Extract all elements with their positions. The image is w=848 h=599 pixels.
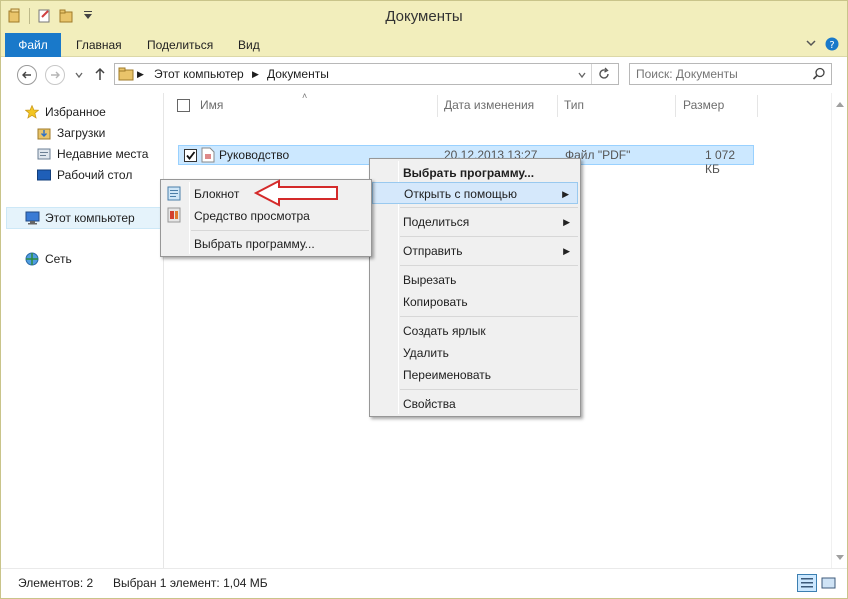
menu-separator bbox=[400, 236, 578, 237]
nav-network-label: Сеть bbox=[45, 252, 72, 266]
menu-item-choose-program[interactable]: Выбрать программу... bbox=[372, 162, 578, 184]
tab-home[interactable]: Главная bbox=[76, 33, 122, 57]
search-input[interactable] bbox=[636, 67, 806, 81]
address-row: ▶ Этот компьютер ▶ Документы bbox=[1, 57, 847, 93]
vertical-scrollbar[interactable] bbox=[831, 93, 847, 568]
up-icon[interactable] bbox=[94, 67, 106, 84]
column-divider[interactable] bbox=[675, 95, 676, 117]
large-icons-view-icon bbox=[821, 577, 836, 589]
menu-item-cut[interactable]: Вырезать bbox=[372, 269, 578, 291]
status-bar: Элементов: 2 Выбран 1 элемент: 1,04 МБ bbox=[1, 568, 847, 598]
details-view-button[interactable] bbox=[797, 574, 817, 592]
nav-desktop[interactable]: Рабочий стол bbox=[37, 165, 132, 185]
nav-this-pc-label: Этот компьютер bbox=[45, 211, 135, 225]
column-divider[interactable] bbox=[437, 95, 438, 117]
breadcrumb-documents[interactable]: Документы bbox=[267, 67, 329, 81]
breadcrumb-computer[interactable]: Этот компьютер bbox=[154, 67, 244, 81]
menu-item-copy[interactable]: Копировать bbox=[372, 291, 578, 313]
folder-icon bbox=[118, 67, 134, 84]
menu-item-create-shortcut[interactable]: Создать ярлык bbox=[372, 320, 578, 342]
breadcrumb-separator-icon[interactable]: ▶ bbox=[252, 69, 259, 80]
file-name: Руководство bbox=[219, 148, 290, 162]
navigation-pane: Избранное Загрузки Недавние места Рабочи… bbox=[1, 93, 164, 568]
tab-share[interactable]: Поделиться bbox=[147, 33, 213, 57]
title-bar: Документы bbox=[1, 1, 847, 33]
tab-file[interactable]: Файл bbox=[5, 33, 61, 57]
sort-up-icon: ˄ bbox=[302, 91, 308, 101]
menu-separator bbox=[400, 265, 578, 266]
menu-item-send-to-label: Отправить bbox=[403, 244, 463, 258]
refresh-icon[interactable] bbox=[597, 67, 611, 84]
svg-text:?: ? bbox=[829, 40, 834, 51]
submenu-item-choose-program[interactable]: Выбрать программу... bbox=[163, 233, 369, 255]
column-header-name[interactable]: Имя bbox=[200, 98, 223, 112]
nav-recent[interactable]: Недавние места bbox=[37, 144, 148, 164]
search-icon[interactable] bbox=[812, 67, 826, 84]
menu-item-rename[interactable]: Переименовать bbox=[372, 364, 578, 386]
nav-this-pc[interactable]: Этот компьютер bbox=[25, 208, 135, 228]
menu-item-open-with[interactable]: Открыть с помощью ▶ bbox=[372, 182, 578, 204]
status-selection: Выбран 1 элемент: 1,04 МБ bbox=[113, 576, 268, 590]
menu-separator bbox=[400, 207, 578, 208]
address-bar[interactable]: ▶ Этот компьютер ▶ Документы bbox=[114, 63, 619, 85]
recent-places-icon bbox=[37, 147, 51, 161]
column-divider[interactable] bbox=[557, 95, 558, 117]
scroll-up-icon[interactable] bbox=[836, 96, 844, 110]
computer-icon bbox=[25, 211, 40, 225]
status-item-count: Элементов: 2 bbox=[18, 576, 94, 590]
column-divider[interactable] bbox=[757, 95, 758, 117]
network-icon bbox=[25, 252, 39, 266]
desktop-icon bbox=[37, 168, 51, 182]
file-checkbox[interactable] bbox=[184, 149, 197, 162]
forward-button[interactable] bbox=[45, 65, 65, 85]
help-icon[interactable]: ? bbox=[825, 37, 839, 54]
menu-item-share[interactable]: Поделиться ▶ bbox=[372, 211, 578, 233]
submenu-arrow-icon: ▶ bbox=[562, 189, 569, 199]
nav-network[interactable]: Сеть bbox=[25, 249, 72, 269]
submenu-arrow-icon: ▶ bbox=[563, 246, 570, 256]
context-menu: Выбрать программу... Открыть с помощью ▶… bbox=[369, 158, 581, 417]
column-header-type[interactable]: Тип bbox=[564, 98, 584, 112]
back-button[interactable] bbox=[17, 65, 37, 85]
menu-separator bbox=[191, 230, 369, 231]
breadcrumb-separator-icon[interactable]: ▶ bbox=[137, 69, 144, 80]
nav-downloads[interactable]: Загрузки bbox=[37, 123, 105, 143]
chevron-down-icon[interactable] bbox=[805, 37, 817, 52]
menu-item-send-to[interactable]: Отправить ▶ bbox=[372, 240, 578, 262]
explorer-window: Документы Файл Главная Поделиться Вид ? bbox=[0, 0, 848, 599]
menu-item-properties[interactable]: Свойства bbox=[372, 393, 578, 415]
scroll-down-icon[interactable] bbox=[836, 550, 844, 564]
search-box[interactable] bbox=[629, 63, 832, 85]
details-view-icon bbox=[801, 578, 813, 588]
file-size: 1 072 КБ bbox=[705, 148, 736, 176]
window-title: Документы bbox=[385, 8, 463, 25]
star-icon bbox=[24, 104, 40, 119]
nav-desktop-label: Рабочий стол bbox=[57, 168, 133, 182]
nav-favorites[interactable]: Избранное bbox=[24, 102, 106, 122]
submenu-item-viewer[interactable]: Средство просмотра bbox=[163, 205, 369, 227]
nav-recent-label: Недавние места bbox=[57, 147, 149, 161]
menu-item-open-with-label: Открыть с помощью bbox=[404, 187, 518, 201]
address-divider bbox=[591, 64, 592, 84]
column-header-date[interactable]: Дата изменения bbox=[444, 98, 534, 112]
menu-item-share-label: Поделиться bbox=[403, 215, 470, 229]
pdf-file-icon bbox=[201, 147, 215, 166]
submenu-arrow-icon: ▶ bbox=[563, 217, 570, 227]
menu-separator bbox=[400, 316, 578, 317]
address-dropdown-icon[interactable] bbox=[577, 69, 587, 83]
column-header-size[interactable]: Размер bbox=[683, 98, 724, 112]
recent-locations-icon[interactable] bbox=[74, 69, 84, 83]
nav-favorites-label: Избранное bbox=[45, 105, 106, 119]
ribbon-tabs: Файл Главная Поделиться Вид ? bbox=[1, 33, 847, 57]
tab-view[interactable]: Вид bbox=[238, 33, 260, 57]
large-icons-view-button[interactable] bbox=[819, 574, 839, 592]
annotation-arrow-icon bbox=[253, 179, 338, 207]
nav-downloads-label: Загрузки bbox=[57, 126, 106, 140]
menu-separator bbox=[400, 389, 578, 390]
menu-item-delete[interactable]: Удалить bbox=[372, 342, 578, 364]
downloads-folder-icon bbox=[37, 126, 51, 140]
select-all-checkbox[interactable] bbox=[177, 99, 190, 112]
